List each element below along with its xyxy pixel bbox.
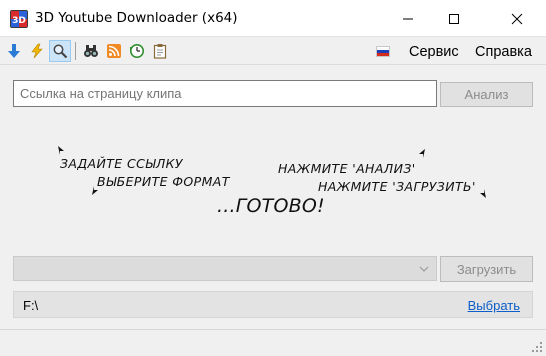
format-select[interactable] xyxy=(13,256,437,281)
magnifier-icon xyxy=(53,44,68,59)
download-tool-button[interactable] xyxy=(3,40,25,62)
clipboard-button[interactable] xyxy=(149,40,171,62)
find-button[interactable] xyxy=(80,40,102,62)
arrow-up-left-icon xyxy=(58,146,64,155)
lightning-icon xyxy=(31,43,43,59)
rss-button[interactable] xyxy=(103,40,125,62)
toolbar-separator xyxy=(75,42,76,60)
maximize-button[interactable] xyxy=(431,0,477,37)
window-title: 3D Youtube Downloader (x64) xyxy=(35,10,238,26)
russia-flag-icon[interactable] xyxy=(376,46,390,57)
save-path-panel: F:\ Выбрать xyxy=(13,291,533,318)
rss-icon xyxy=(107,44,121,58)
clipboard-icon xyxy=(153,44,167,59)
hint-press-download: НАЖМИТЕ 'ЗАГРУЗИТЬ' xyxy=(318,179,476,194)
minimize-icon xyxy=(403,18,413,19)
hint-select-format: ВЫБЕРИТЕ ФОРМАТ xyxy=(97,174,230,189)
resize-grip-icon[interactable] xyxy=(531,341,543,353)
quick-download-button[interactable] xyxy=(26,40,48,62)
history-button[interactable] xyxy=(126,40,148,62)
minimize-button[interactable] xyxy=(385,0,431,37)
hint-enter-link: ЗАДАЙТЕ ССЫЛКУ xyxy=(60,156,183,171)
video-url-input[interactable] xyxy=(13,80,437,107)
chevron-down-icon xyxy=(419,266,429,272)
clock-history-icon xyxy=(130,44,144,58)
arrow-down-right-icon xyxy=(480,189,486,198)
menu-service[interactable]: Сервис xyxy=(409,44,459,60)
hint-press-analyze: НАЖМИТЕ 'АНАЛИЗ' xyxy=(278,161,416,176)
hint-done: ...ГОТОВО! xyxy=(217,195,325,217)
maximize-icon xyxy=(449,13,459,24)
save-path-value: F:\ xyxy=(23,298,39,313)
close-button[interactable] xyxy=(494,0,540,37)
download-button[interactable]: Загрузить xyxy=(440,256,533,282)
choose-folder-link[interactable]: Выбрать xyxy=(468,298,520,313)
app-logo-icon: 3D xyxy=(10,10,28,28)
title-bar: 3D 3D Youtube Downloader (x64) xyxy=(0,0,546,37)
toolbar: Сервис Справка xyxy=(0,37,546,65)
binoculars-icon xyxy=(84,45,98,57)
analyze-button[interactable]: Анализ xyxy=(440,82,533,107)
menu-help[interactable]: Справка xyxy=(475,44,532,60)
arrow-up-right-icon xyxy=(419,149,425,158)
svg-text:3D: 3D xyxy=(12,16,26,26)
status-bar xyxy=(0,329,546,356)
search-tool-button[interactable] xyxy=(49,40,71,62)
download-icon xyxy=(8,44,20,58)
close-icon xyxy=(511,13,523,24)
